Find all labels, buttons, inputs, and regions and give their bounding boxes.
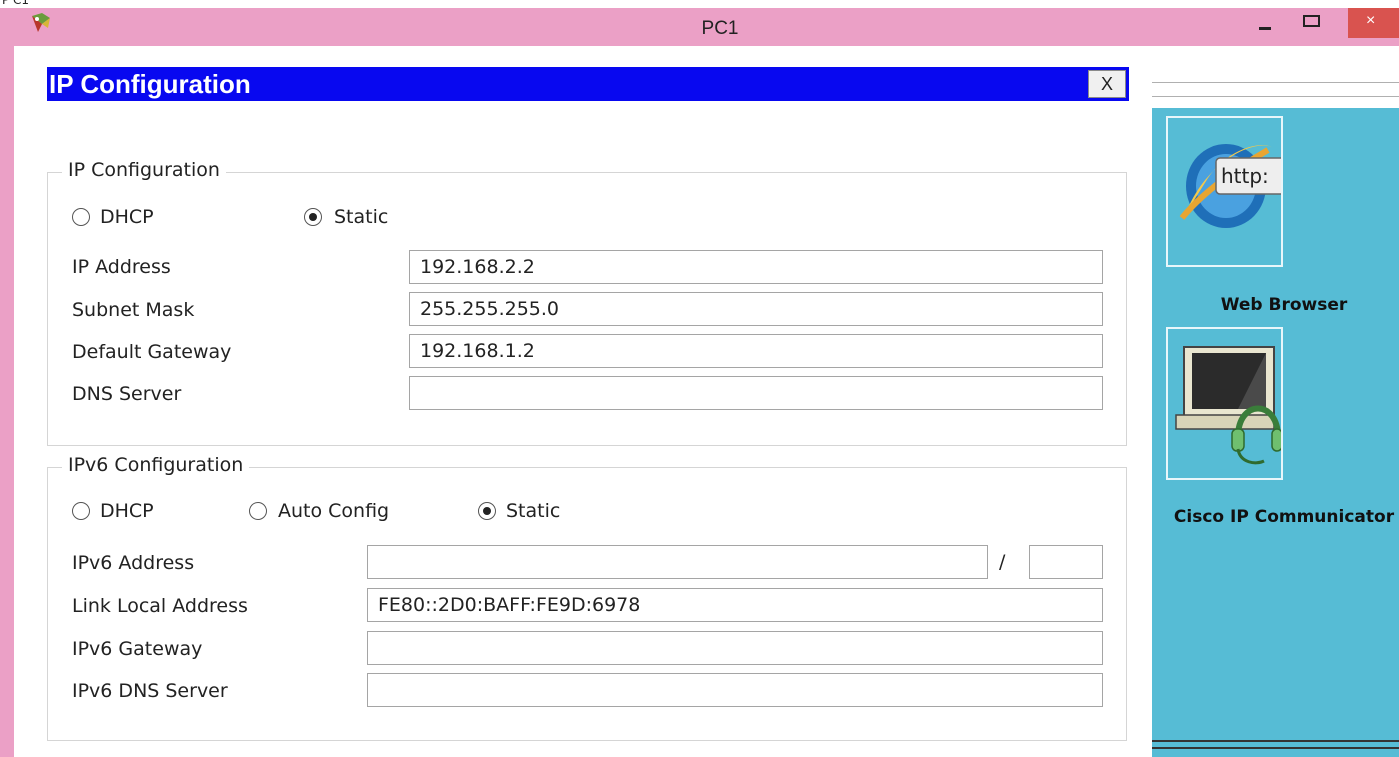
ipv6-gateway-label: IPv6 Gateway [72, 638, 203, 660]
ipv4-mode-row: DHCP Static [72, 206, 492, 230]
ipv6-auto-config-radio[interactable] [249, 502, 267, 520]
dns-server-field[interactable] [409, 376, 1103, 410]
link-local-address-field[interactable]: FE80::2D0:BAFF:FE9D:6978 [367, 588, 1103, 622]
prefix-separator: / [999, 551, 1006, 573]
ipv4-config-group: IP Configuration DHCP Static IP Address … [47, 159, 1127, 446]
ipv6-dns-server-field[interactable] [367, 673, 1103, 707]
ipv6-gateway-field[interactable] [367, 631, 1103, 665]
ipv6-dns-server-label: IPv6 DNS Server [72, 680, 228, 702]
window-title: PC1 [701, 18, 739, 39]
ipv4-static-label[interactable]: Static [334, 206, 388, 228]
cisco-ip-communicator-label[interactable]: Cisco IP Communicator [1154, 506, 1399, 528]
web-browser-icon: http: [1179, 144, 1293, 228]
window-content: http: Web Browser Cisco IP Communicator … [14, 46, 1399, 757]
background-tab-line [1152, 82, 1399, 83]
ipv6-group-legend: IPv6 Configuration [62, 454, 250, 476]
ipv6-config-group: IPv6 Configuration DHCP Auto Config Stat… [47, 454, 1127, 741]
http-badge-text: http: [1221, 164, 1269, 188]
ipv6-static-radio[interactable] [478, 502, 496, 520]
window-close-button[interactable]: × [1348, 8, 1399, 38]
web-browser-tile[interactable]: http: [1166, 116, 1293, 267]
ipv6-static-label[interactable]: Static [506, 500, 560, 522]
default-gateway-label: Default Gateway [72, 341, 232, 363]
top-strip-text: P C1 [2, 0, 30, 7]
ipv4-dhcp-radio[interactable] [72, 208, 90, 226]
default-gateway-field[interactable]: 192.168.1.2 [409, 334, 1103, 368]
ipv6-dhcp-label[interactable]: DHCP [100, 500, 154, 522]
web-browser-label[interactable]: Web Browser [1154, 294, 1399, 316]
subnet-mask-field[interactable]: 255.255.255.0 [409, 292, 1103, 326]
ipv6-address-field[interactable] [367, 545, 988, 579]
ip-address-field[interactable]: 192.168.2.2 [409, 250, 1103, 284]
ipv6-mode-row: DHCP Auto Config Static [72, 500, 632, 524]
ipv6-dhcp-radio[interactable] [72, 502, 90, 520]
minimize-button[interactable] [1248, 8, 1288, 38]
ipv4-group-legend: IP Configuration [62, 159, 226, 181]
subnet-mask-label: Subnet Mask [72, 299, 195, 321]
ipv4-static-radio[interactable] [304, 208, 322, 226]
top-strip: P C1 [0, 0, 1399, 8]
window-titlebar[interactable]: PC1 × [0, 8, 1399, 46]
dns-server-label: DNS Server [72, 383, 182, 405]
background-tab-line [1152, 96, 1399, 97]
ipv6-address-label: IPv6 Address [72, 552, 195, 574]
ipv6-auto-config-label[interactable]: Auto Config [278, 500, 389, 522]
window-frame-left [0, 46, 14, 757]
pc1-window: PC1 × http: Web Browser Cisco IP Communi… [0, 8, 1399, 757]
ip-configuration-dialog: IP Configuration X IP Configuration DHCP… [36, 66, 1152, 752]
cisco-ip-communicator-tile[interactable] [1166, 327, 1283, 480]
ipv4-dhcp-label[interactable]: DHCP [100, 206, 154, 228]
cisco-ip-communicator-icon [1175, 346, 1283, 465]
ipv6-prefix-field[interactable] [1029, 545, 1103, 579]
maximize-button[interactable] [1290, 8, 1334, 38]
dialog-close-button[interactable]: X [1088, 70, 1126, 98]
dialog-title: IP Configuration [47, 67, 1129, 101]
link-local-address-label: Link Local Address [72, 595, 248, 617]
ip-address-label: IP Address [72, 256, 171, 278]
